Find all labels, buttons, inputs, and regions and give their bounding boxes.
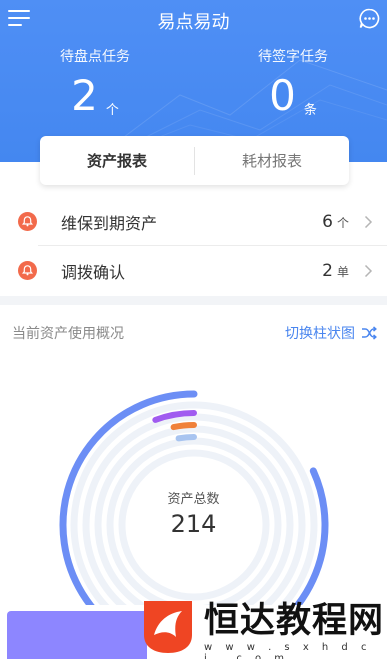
list-item-label: 调拨确认 <box>61 262 126 282</box>
watermark-url: w w w . s x h d c j . c o m <box>204 642 372 659</box>
list-item-label: 维保到期资产 <box>61 213 158 233</box>
watermark-logo-icon <box>144 601 192 653</box>
tab-consumable-report[interactable]: 耗材报表 <box>195 150 349 171</box>
pending-signature-value: 0 <box>269 71 296 120</box>
bell-icon <box>18 261 37 280</box>
switch-bar-chart-button[interactable]: 切换柱状图 <box>285 323 377 343</box>
pending-inventory-stat[interactable]: 待盘点任务 2个 <box>20 46 170 122</box>
watermark-text: 恒达教程网 <box>204 601 385 641</box>
list-item-maintenance-due[interactable]: 维保到期资产 6个 <box>0 197 387 246</box>
shuffle-icon <box>362 326 377 340</box>
bell-icon <box>18 212 37 231</box>
pending-inventory-value: 2 <box>71 71 98 120</box>
pending-signature-label: 待签字任务 <box>258 49 328 65</box>
chart-center-total: 214 <box>170 510 217 538</box>
chart-series-arc-3 <box>175 434 197 442</box>
pending-inventory-unit: 个 <box>105 103 119 118</box>
pending-signature-stat[interactable]: 待签字任务 0条 <box>218 46 368 122</box>
list-item-count: 6个 <box>322 211 349 232</box>
list-item-transfer-confirm[interactable]: 调拨确认 2单 <box>0 246 387 295</box>
chevron-right-icon <box>364 215 373 228</box>
chat-bubble-icon[interactable] <box>359 8 380 29</box>
pending-signature-unit: 条 <box>303 103 317 118</box>
bottom-action-button[interactable] <box>7 611 147 659</box>
report-tabs: 资产报表 耗材报表 <box>40 136 349 185</box>
chart-series-arc-2 <box>170 422 197 431</box>
switch-bar-chart-label: 切换柱状图 <box>285 326 355 342</box>
watermark: 恒达教程网 w w w . s x h d c j . c o m <box>140 599 387 659</box>
pending-inventory-label: 待盘点任务 <box>60 49 130 65</box>
app-title: 易点易动 <box>157 12 230 33</box>
chart-center-label: 资产总数 <box>167 492 220 507</box>
chevron-right-icon <box>364 264 373 277</box>
overview-title: 当前资产使用概况 <box>12 326 124 342</box>
tab-asset-report[interactable]: 资产报表 <box>40 150 194 171</box>
list-item-count: 2单 <box>322 260 349 281</box>
